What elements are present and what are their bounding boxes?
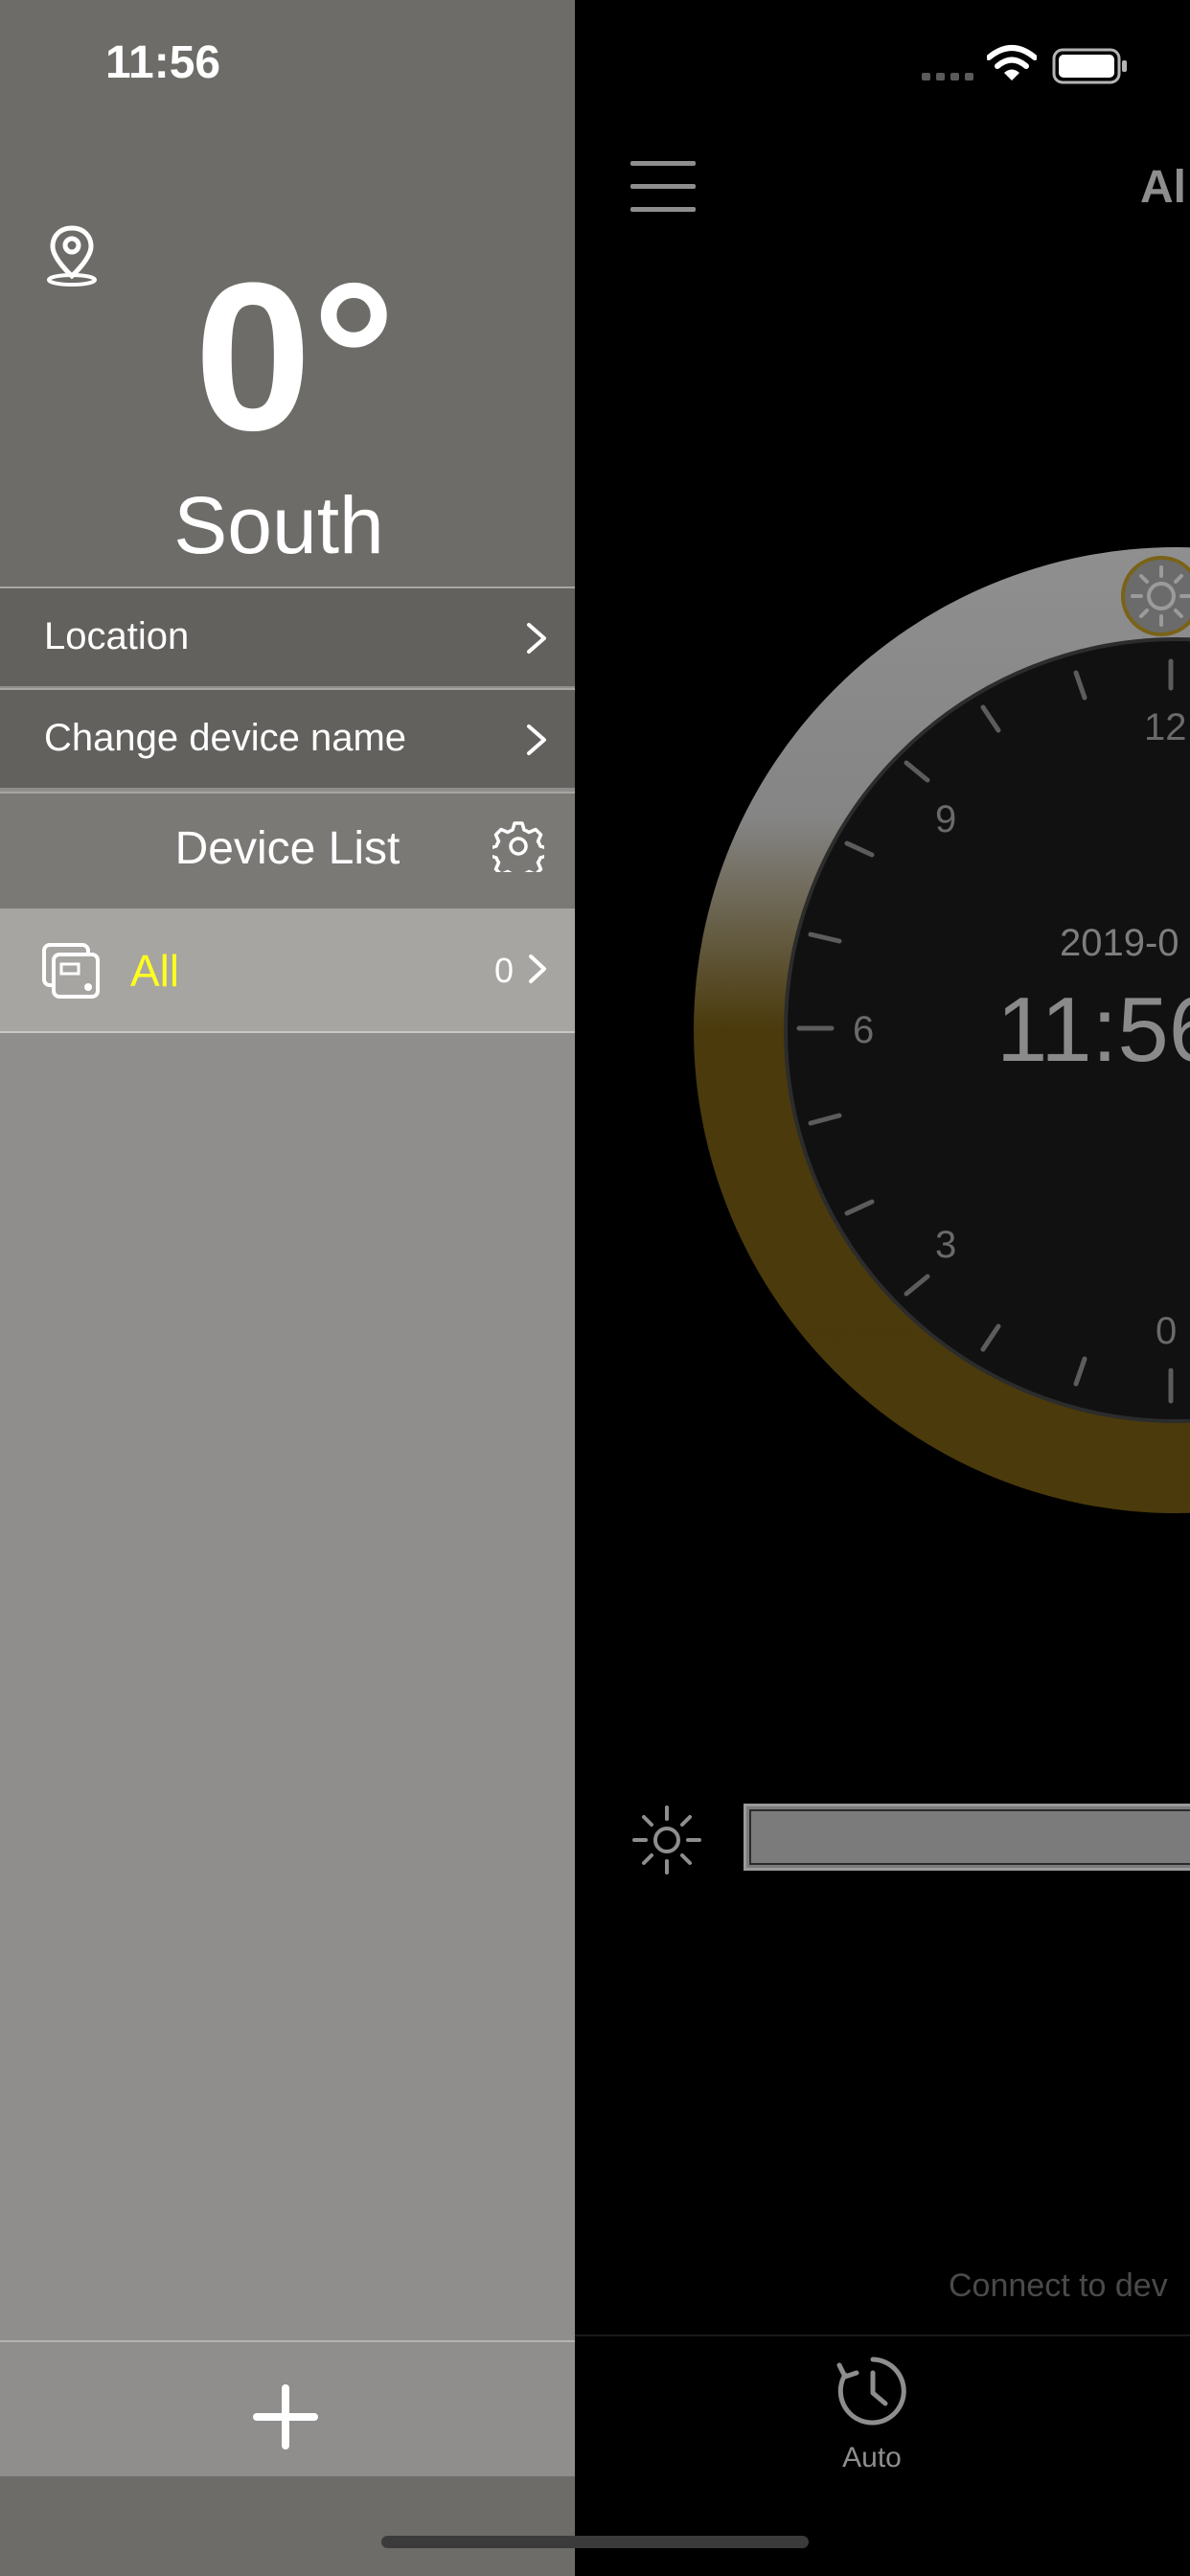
battery-icon <box>1052 48 1127 84</box>
hour-label-3: 3 <box>935 1224 956 1266</box>
menu-icon[interactable] <box>630 161 698 213</box>
hour-label-9: 9 <box>935 798 956 840</box>
device-list-item[interactable]: All 0 <box>0 908 575 1033</box>
device-title: Al <box>1140 162 1186 213</box>
tab-auto-label: Auto <box>842 2442 902 2473</box>
status-time: 11:56 <box>105 37 221 88</box>
brightness-icon <box>632 1806 701 1874</box>
chevron-right-icon <box>529 954 546 983</box>
dial-time: 11:56 <box>996 978 1190 1081</box>
clock-icon <box>836 2357 906 2426</box>
drawer-footer <box>0 2476 575 2576</box>
heading-direction: South <box>173 480 384 570</box>
add-device-button[interactable] <box>247 2379 324 2455</box>
tab-auto[interactable]: Auto <box>824 2350 920 2474</box>
menu-change-device-name-label: Change device name <box>44 717 407 759</box>
chevron-right-icon <box>527 724 546 755</box>
cellular-signal-icon <box>922 73 973 80</box>
chevron-right-icon <box>527 623 546 654</box>
connect-hint: Connect to dev <box>949 2267 1168 2304</box>
device-list-title: Device List <box>174 823 400 874</box>
menu-location-label: Location <box>44 615 190 657</box>
gear-icon[interactable] <box>492 820 544 872</box>
menu-location[interactable]: Location <box>0 586 575 686</box>
wifi-icon <box>987 45 1037 80</box>
home-indicator[interactable] <box>381 2536 809 2548</box>
hour-label-0: 0 <box>1156 1310 1177 1352</box>
drawer-divider <box>0 2340 575 2342</box>
tab-bar-divider <box>575 2334 1190 2336</box>
menu-change-device-name[interactable]: Change device name <box>0 688 575 788</box>
dial-sun-handle <box>1121 556 1190 636</box>
device-group-icon <box>42 943 100 999</box>
brightness-slider[interactable] <box>744 1804 1190 1871</box>
hour-label-6: 6 <box>853 1009 874 1051</box>
heading-angle: 0° <box>194 239 397 474</box>
device-count: 0 <box>493 951 514 990</box>
side-drawer: 11:56 0° South Location Change device na… <box>0 0 575 2576</box>
device-list-header: Device List <box>0 792 575 908</box>
hour-label-12: 12 <box>1144 706 1187 748</box>
device-name: All <box>130 946 180 996</box>
dial-date: 2019-0 <box>1060 922 1179 964</box>
